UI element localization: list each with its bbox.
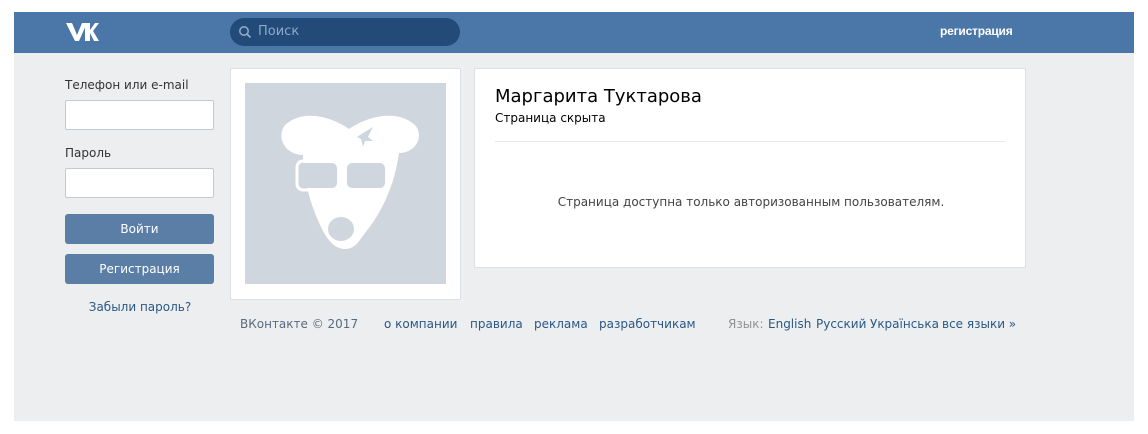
top-header: Поиск регистрация [14,12,1134,53]
page-frame: Поиск регистрация Телефон или e-mail Пар… [14,12,1134,421]
footer-language-label: Язык: [728,317,764,331]
vk-logo-icon[interactable] [65,21,99,43]
profile-status: Страница скрыта [495,111,606,125]
search-icon [239,26,252,39]
search-placeholder: Поиск [258,24,300,39]
password-input[interactable] [65,168,214,198]
profile-card: Маргарита Туктарова Страница скрыта Стра… [474,68,1026,268]
language-all[interactable]: все языки » [942,317,1016,331]
header-register-link[interactable]: регистрация [940,24,1013,38]
avatar [245,83,446,284]
register-button[interactable]: Регистрация [65,254,214,284]
footer-link-about[interactable]: о компании [384,317,457,331]
language-ukrainian[interactable]: Українська [870,317,939,331]
avatar-card [230,68,461,300]
search-box[interactable]: Поиск [230,18,460,46]
access-notice: Страница доступна только авторизованным … [557,195,945,209]
login-panel: Телефон или e-mail Пароль Войти Регистра… [65,78,215,314]
profile-divider [495,141,1005,142]
login-button[interactable]: Войти [65,214,214,244]
footer-link-rules[interactable]: правила [470,317,523,331]
password-label: Пароль [65,146,112,160]
footer-copyright: ВКонтакте © 2017 [240,317,359,331]
footer: ВКонтакте © 2017 о компании правила рекл… [240,317,1030,335]
phone-label: Телефон или e-mail [65,78,189,92]
footer-link-ads[interactable]: реклама [534,317,588,331]
forgot-password-link[interactable]: Забыли пароль? [65,300,215,314]
language-english[interactable]: English [768,317,811,331]
language-russian[interactable]: Русский [816,317,866,331]
phone-email-input[interactable] [65,100,214,130]
profile-name: Маргарита Туктарова [495,86,702,107]
dog-avatar-icon [281,115,420,249]
footer-link-developers[interactable]: разработчикам [599,317,696,331]
